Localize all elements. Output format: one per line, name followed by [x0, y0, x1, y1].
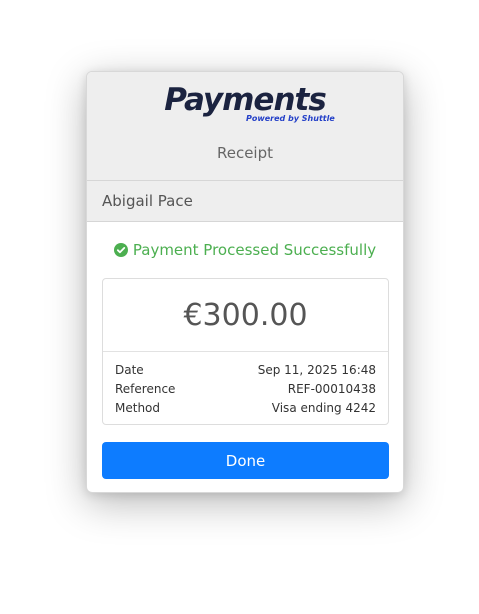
detail-value: REF-00010438: [287, 382, 376, 396]
payment-amount: €300.00: [103, 279, 388, 352]
detail-row-date: Date Sep 11, 2025 16:48: [115, 361, 376, 380]
status-message: Payment Processed Successfully: [87, 222, 403, 277]
detail-row-method: Method Visa ending 4242: [115, 399, 376, 418]
done-button[interactable]: Done: [102, 442, 389, 479]
receipt-modal: Payments Powered by Shuttle Receipt Abig…: [86, 71, 404, 493]
brand-tagline: Powered by Shuttle: [246, 114, 335, 123]
customer-name: Abigail Pace: [87, 181, 403, 222]
detail-label: Method: [115, 401, 161, 415]
detail-value: Sep 11, 2025 16:48: [257, 363, 376, 377]
payment-summary-card: €300.00 Date Sep 11, 2025 16:48 Referenc…: [102, 278, 389, 425]
detail-label: Reference: [115, 382, 176, 396]
detail-label: Date: [115, 363, 144, 377]
check-circle-icon: [113, 242, 128, 257]
payments-logo: Payments: [87, 82, 403, 118]
receipt-title: Receipt: [216, 144, 274, 162]
brand-name: Payments: [164, 82, 327, 118]
modal-header: Payments Powered by Shuttle Receipt: [87, 72, 403, 181]
status-text: Payment Processed Successfully: [132, 240, 377, 259]
detail-value: Visa ending 4242: [271, 401, 376, 415]
payment-details: Date Sep 11, 2025 16:48 Reference REF-00…: [103, 352, 388, 418]
detail-row-reference: Reference REF-00010438: [115, 380, 376, 399]
